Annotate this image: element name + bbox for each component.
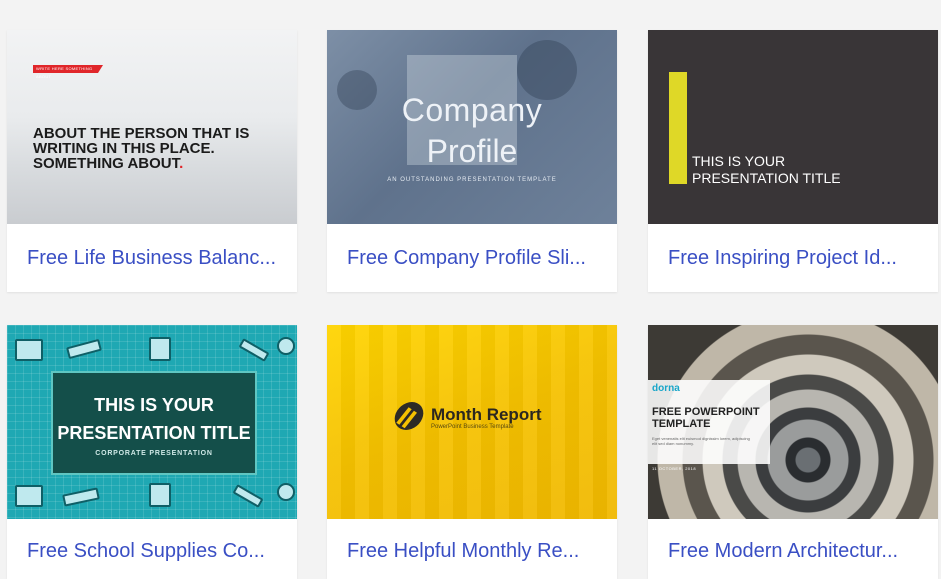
thumbnail-body-text: Eget venenatis elit euismod dignissim lo… [652, 436, 750, 446]
thumbnail-title-line1: THIS IS YOUR [94, 395, 214, 415]
template-card[interactable]: Month Report PowerPoint Business Templat… [327, 325, 617, 579]
template-thumbnail[interactable]: WRITE HERE SOMETHING ABOUT ABOUT THE PER… [7, 30, 297, 224]
thumbnail-title-line2: Profile [426, 133, 518, 169]
thumbnail-subtitle: AN OUTSTANDING PRESENTATION TEMPLATE [387, 177, 557, 183]
calculator-icon [149, 337, 171, 361]
template-title-link[interactable]: Free School Supplies Co... [27, 540, 283, 563]
pencil-icon [232, 484, 264, 508]
thumbnail-title-line2: PRESENTATION TITLE [57, 423, 251, 443]
template-thumbnail[interactable]: THIS IS YOUR PRESENTATION TITLE CORPORAT… [7, 325, 297, 519]
thumbnail-subtitle: PowerPoint Business Template [431, 424, 514, 430]
calculator-icon [149, 483, 171, 507]
book-icon [15, 339, 43, 361]
title-panel: THIS IS YOUR PRESENTATION TITLE CORPORAT… [51, 371, 257, 475]
template-card[interactable]: dorna FREE POWERPOINT TEMPLATE Eget vene… [648, 325, 938, 579]
template-card[interactable]: THIS IS YOUR PRESENTATION TITLE CORPORAT… [7, 325, 297, 579]
template-thumbnail[interactable]: dorna FREE POWERPOINT TEMPLATE Eget vene… [648, 325, 938, 519]
thumbnail-title: Month Report [431, 405, 542, 424]
template-title-link[interactable]: Free Company Profile Sli... [347, 247, 603, 270]
template-card[interactable]: THIS IS YOUR PRESENTATION TITLE Free Ins… [648, 30, 938, 292]
template-card[interactable]: WRITE HERE SOMETHING ABOUT ABOUT THE PER… [7, 30, 297, 292]
template-thumbnail[interactable]: Company Profile AN OUTSTANDING PRESENTAT… [327, 30, 617, 224]
template-thumbnail[interactable]: THIS IS YOUR PRESENTATION TITLE [648, 30, 938, 224]
magnifier-icon [277, 483, 295, 501]
template-card[interactable]: Company Profile AN OUTSTANDING PRESENTAT… [327, 30, 617, 292]
template-title-link[interactable]: Free Inspiring Project Id... [668, 247, 924, 270]
brand-logo: dorna [652, 383, 680, 394]
thumbnail-headline: ABOUT THE PERSON THAT IS WRITING IN THIS… [33, 125, 250, 172]
book-icon [15, 485, 43, 507]
template-title-link[interactable]: Free Modern Architectur... [668, 540, 924, 563]
accent-bar [669, 72, 687, 184]
thumbnail-title: FREE POWERPOINT TEMPLATE [652, 406, 760, 430]
ruler-icon [62, 487, 100, 507]
thumbnail-title: THIS IS YOUR PRESENTATION TITLE [692, 153, 841, 186]
template-thumbnail[interactable]: Month Report PowerPoint Business Templat… [327, 325, 617, 519]
thumbnail-tag: WRITE HERE SOMETHING ABOUT [33, 65, 103, 79]
thumbnail-date: 11 OCTOBER, 2018 [652, 466, 697, 471]
template-title-link[interactable]: Free Life Business Balanc... [27, 247, 283, 270]
thumbnail-title-line1: Company [401, 92, 543, 128]
template-title-link[interactable]: Free Helpful Monthly Re... [347, 540, 603, 563]
thumbnail-subtitle: CORPORATE PRESENTATION [95, 450, 213, 457]
person-silhouette [517, 40, 577, 100]
pencil-icon [238, 338, 270, 362]
ruler-icon [66, 338, 102, 360]
magnifier-icon [277, 337, 295, 355]
